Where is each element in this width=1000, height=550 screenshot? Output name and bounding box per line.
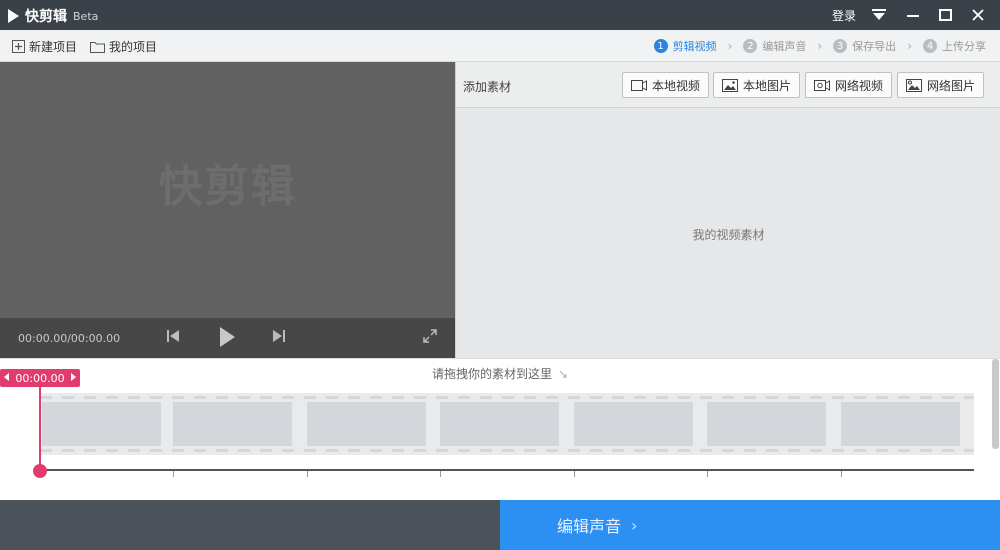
play-logo-icon — [8, 9, 19, 23]
online-video-label: 网络视频 — [835, 78, 884, 93]
video-preview: 快剪辑 — [0, 62, 455, 318]
step-edit-video[interactable]: 1 剪辑视频 — [653, 38, 717, 54]
plus-box-icon — [12, 40, 25, 53]
local-image-label: 本地图片 — [743, 78, 792, 93]
step-label: 剪辑视频 — [672, 40, 717, 53]
material-panel: 添加素材 本地视频 本地图片 网络视频 网络图片 我的视频素材 — [455, 62, 1000, 358]
step-label: 上传分享 — [942, 40, 986, 53]
my-projects-label: 我的项目 — [109, 40, 158, 54]
fullscreen-icon[interactable] — [422, 328, 438, 344]
minimize-icon[interactable] — [900, 0, 926, 30]
time-ruler — [40, 469, 974, 471]
next-button-label: 编辑声音 — [557, 517, 622, 536]
material-title: 添加素材 — [463, 80, 512, 94]
ruler-tick — [307, 471, 308, 477]
chevron-right-icon: › — [727, 39, 733, 53]
preview-watermark: 快剪辑 — [158, 161, 297, 212]
previous-frame-icon[interactable] — [166, 328, 180, 344]
online-video-button[interactable]: 网络视频 — [805, 72, 893, 98]
workflow-steps: 1 剪辑视频 › 2 编辑声音 › 3 保存导出 › 4 上传分享 — [653, 38, 986, 54]
close-icon[interactable] — [964, 0, 992, 30]
project-toolbar: 新建项目 我的项目 1 剪辑视频 › 2 编辑声音 › 3 保存导出 › 4 上… — [0, 30, 1000, 62]
film-perforation — [40, 396, 974, 399]
local-video-label: 本地视频 — [652, 78, 701, 93]
curved-arrow-icon: ↘ — [557, 367, 569, 381]
playhead-line[interactable] — [39, 387, 41, 471]
online-image-icon — [906, 78, 922, 92]
track-frame-placeholder — [42, 402, 161, 446]
video-track[interactable] — [40, 393, 974, 455]
step-number: 2 — [743, 39, 758, 53]
film-perforation — [40, 449, 974, 452]
timeline-scrollbar[interactable] — [992, 359, 999, 449]
app-name: 快剪辑 — [25, 9, 67, 25]
folder-icon — [90, 41, 105, 53]
playhead-handle[interactable] — [33, 464, 47, 478]
track-frame-placeholder — [707, 402, 826, 446]
step-number: 1 — [653, 39, 668, 53]
playhead-time-badge[interactable]: 00:00.00 — [0, 369, 80, 387]
step-save-export[interactable]: 3 保存导出 — [833, 38, 896, 54]
maximize-icon[interactable] — [932, 0, 958, 30]
track-frame-placeholder — [440, 402, 559, 446]
step-number: 3 — [833, 39, 848, 53]
step-upload-share[interactable]: 4 上传分享 — [923, 38, 986, 54]
player-controls: 00:00.00/00:00.00 — [0, 318, 455, 358]
online-video-icon — [814, 79, 830, 91]
ruler-tick — [707, 471, 708, 477]
step-label: 保存导出 — [852, 40, 897, 53]
play-icon[interactable] — [218, 326, 236, 348]
ruler-tick — [841, 471, 842, 477]
step-edit-audio[interactable]: 2 编辑声音 — [743, 38, 806, 54]
video-add-icon — [631, 79, 647, 91]
online-image-label: 网络图片 — [927, 78, 976, 93]
local-image-button[interactable]: 本地图片 — [713, 72, 801, 98]
title-bar: 快剪辑 Beta 登录 — [0, 0, 1000, 30]
drag-hint-text: 请拖拽你的素材到这里 — [431, 367, 552, 381]
track-frame-placeholder — [841, 402, 960, 446]
image-add-icon — [722, 78, 738, 92]
new-project-label: 新建项目 — [29, 40, 78, 54]
chevron-right-icon: › — [907, 39, 912, 53]
menu-dropdown-icon[interactable] — [866, 0, 892, 30]
drag-hint: 请拖拽你的素材到这里 ↘ — [0, 365, 1000, 382]
ruler-tick — [574, 471, 575, 477]
my-projects-button[interactable]: 我的项目 — [90, 38, 157, 55]
chevron-right-icon: › — [631, 515, 638, 535]
next-frame-icon[interactable] — [272, 328, 286, 344]
caret-left-icon[interactable] — [4, 373, 9, 381]
next-edit-audio-button[interactable]: 编辑声音 › — [500, 500, 1000, 550]
login-button[interactable]: 登录 — [828, 0, 860, 30]
step-label: 编辑声音 — [762, 40, 807, 53]
new-project-button[interactable]: 新建项目 — [12, 38, 77, 55]
caret-right-icon[interactable] — [71, 373, 76, 381]
local-video-button[interactable]: 本地视频 — [622, 72, 710, 98]
ruler-tick — [173, 471, 174, 477]
material-empty-text: 我的视频素材 — [692, 228, 765, 242]
material-header: 添加素材 本地视频 本地图片 网络视频 网络图片 — [456, 62, 1000, 108]
playhead-time: 00:00.00 — [15, 371, 65, 385]
playback-time: 00:00.00/00:00.00 — [18, 332, 121, 345]
online-image-button[interactable]: 网络图片 — [897, 72, 985, 98]
ruler-tick — [440, 471, 441, 477]
beta-badge: Beta — [73, 9, 99, 23]
track-frame-placeholder — [307, 402, 426, 446]
step-number: 4 — [923, 39, 937, 53]
track-frame-placeholder — [574, 402, 693, 446]
chevron-right-icon: › — [817, 39, 823, 53]
track-frame-placeholder — [173, 402, 292, 446]
timeline[interactable]: 请拖拽你的素材到这里 ↘ 00:00.00 — [0, 358, 1000, 500]
app-logo: 快剪辑 Beta — [8, 6, 98, 26]
